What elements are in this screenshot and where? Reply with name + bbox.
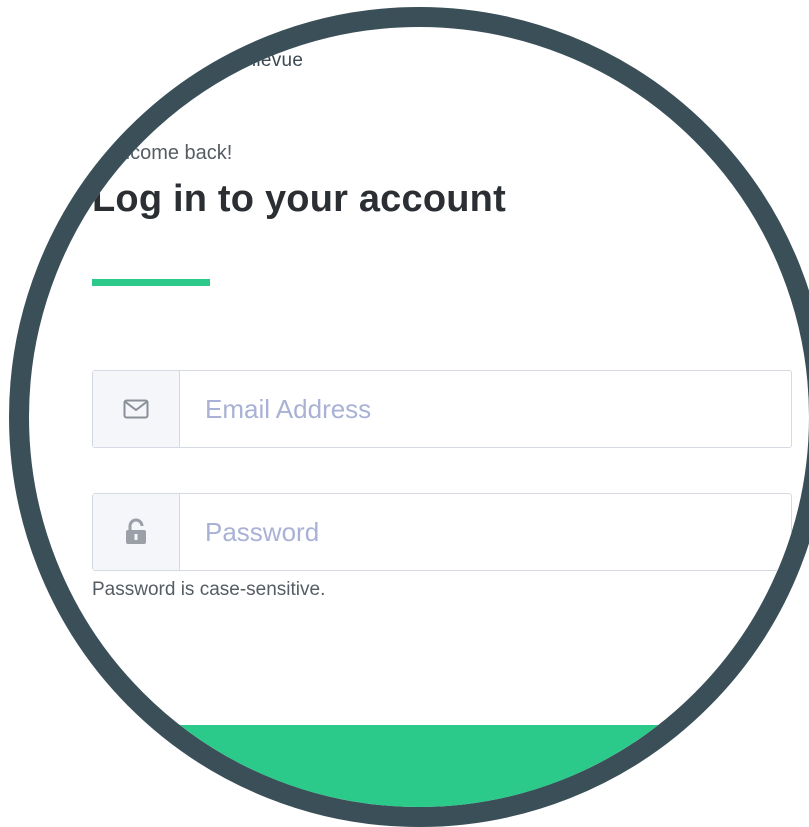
- page-title: Log in to your account: [92, 178, 506, 220]
- envelope-icon: [123, 399, 149, 419]
- email-field: [92, 370, 792, 448]
- email-input[interactable]: [205, 371, 765, 447]
- brand-name-line2: Bellevue: [228, 50, 304, 71]
- welcome-text: Welcome back!: [96, 142, 233, 164]
- email-addon: [93, 371, 180, 447]
- unlock-icon: [126, 518, 146, 544]
- password-field: [92, 493, 792, 571]
- login-button[interactable]: [60, 725, 780, 807]
- title-accent-bar: [92, 279, 210, 286]
- login-page: Bellevue Bellevue Welcome back! Log in t…: [29, 22, 809, 807]
- password-input[interactable]: [205, 494, 765, 570]
- password-addon: [93, 494, 180, 570]
- brand-name-line1: Bellevue: [228, 22, 304, 43]
- password-hint: Password is case-sensitive.: [92, 579, 326, 600]
- magnifier-frame: Bellevue Bellevue Welcome back! Log in t…: [9, 7, 809, 827]
